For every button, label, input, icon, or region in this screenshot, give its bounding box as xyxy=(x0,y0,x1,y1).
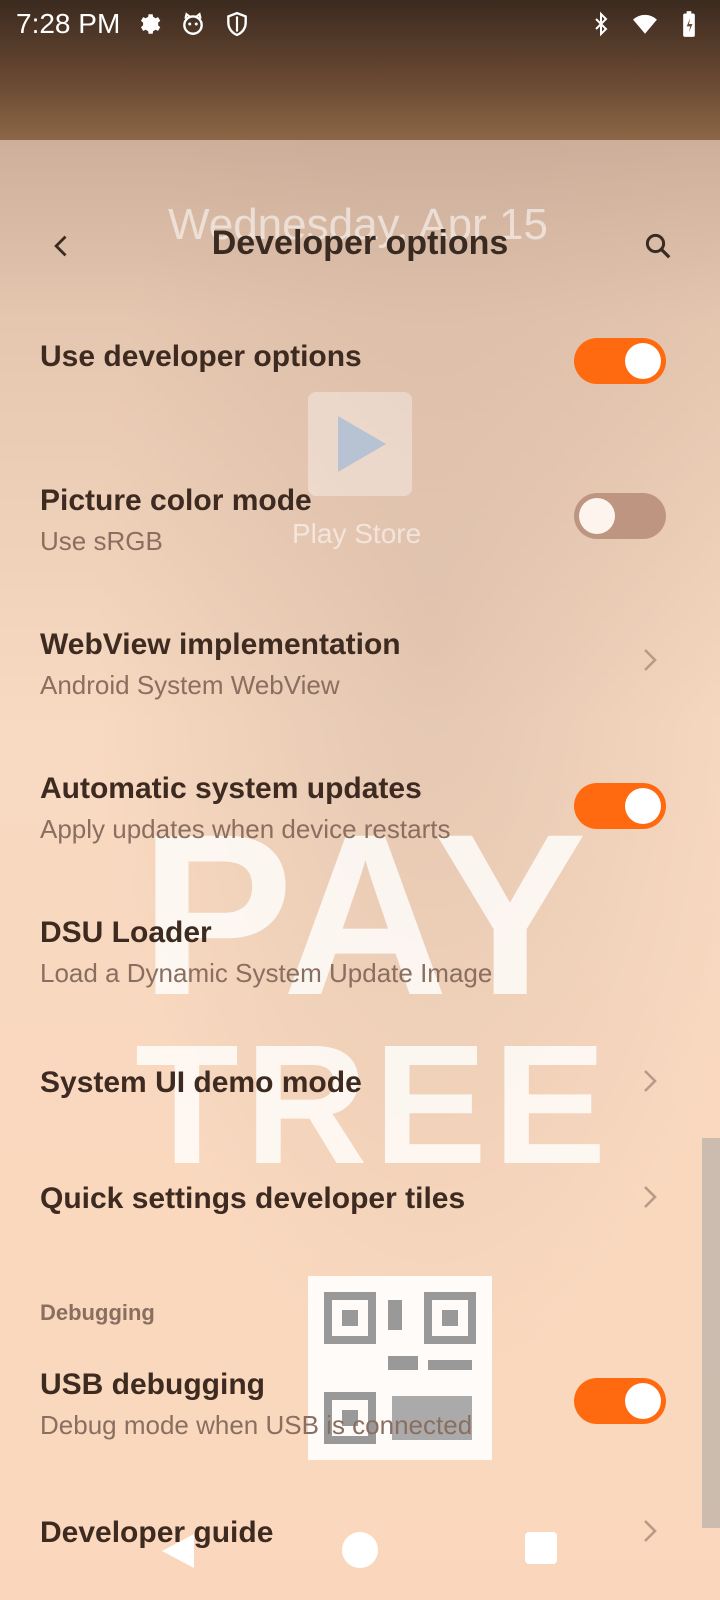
setting-title: DSU Loader xyxy=(40,916,212,949)
chevron-right-icon xyxy=(644,1186,657,1208)
nav-recents-icon[interactable] xyxy=(525,1532,557,1564)
status-bar: 7:28 PM xyxy=(0,0,720,140)
toggle-knob xyxy=(625,788,661,824)
setting-title: System UI demo mode xyxy=(40,1066,362,1099)
nav-home-icon[interactable] xyxy=(342,1532,378,1568)
side-panel-handle xyxy=(702,1138,720,1528)
picture-color-mode-toggle[interactable] xyxy=(574,493,666,539)
developer-options-toggle[interactable] xyxy=(574,338,666,384)
setting-title: Quick settings developer tiles xyxy=(40,1182,466,1215)
bluetooth-icon xyxy=(586,9,616,39)
watermark-tree: TREE xyxy=(135,1010,613,1200)
play-store-icon xyxy=(308,392,412,496)
search-button[interactable] xyxy=(632,220,684,272)
navigation-bar xyxy=(0,1510,720,1600)
search-icon xyxy=(645,233,671,259)
setting-webview-implementation[interactable]: WebView implementation Android System We… xyxy=(40,628,680,701)
shield-icon xyxy=(222,9,252,39)
nav-back-icon[interactable] xyxy=(160,1532,196,1575)
chevron-right-icon xyxy=(644,649,657,671)
toggle-knob xyxy=(625,1383,661,1419)
toggle-knob xyxy=(579,498,615,534)
setting-subtitle: Android System WebView xyxy=(40,670,340,700)
setting-dsu-loader[interactable]: DSU Loader Load a Dynamic System Update … xyxy=(40,916,680,989)
automatic-updates-toggle[interactable] xyxy=(574,783,666,829)
chevron-right-icon xyxy=(644,1070,657,1092)
usb-debugging-toggle[interactable] xyxy=(574,1378,666,1424)
status-time: 7:28 PM xyxy=(16,8,121,39)
setting-title: WebView implementation xyxy=(40,628,401,661)
toggle-knob xyxy=(625,343,661,379)
page-title: Developer options xyxy=(211,224,509,262)
app-toolbar: Developer options xyxy=(0,200,720,292)
section-header-debugging: Debugging xyxy=(40,1300,155,1325)
setting-subtitle: Load a Dynamic System Update Image xyxy=(40,958,493,988)
battery-charging-icon xyxy=(674,9,704,39)
setting-system-ui-demo-mode[interactable]: System UI demo mode xyxy=(40,1066,680,1100)
setting-quick-settings-tiles[interactable]: Quick settings developer tiles xyxy=(40,1182,680,1216)
settings-gear-icon xyxy=(134,9,164,39)
cat-face-icon xyxy=(178,9,208,39)
wifi-icon xyxy=(630,9,660,39)
